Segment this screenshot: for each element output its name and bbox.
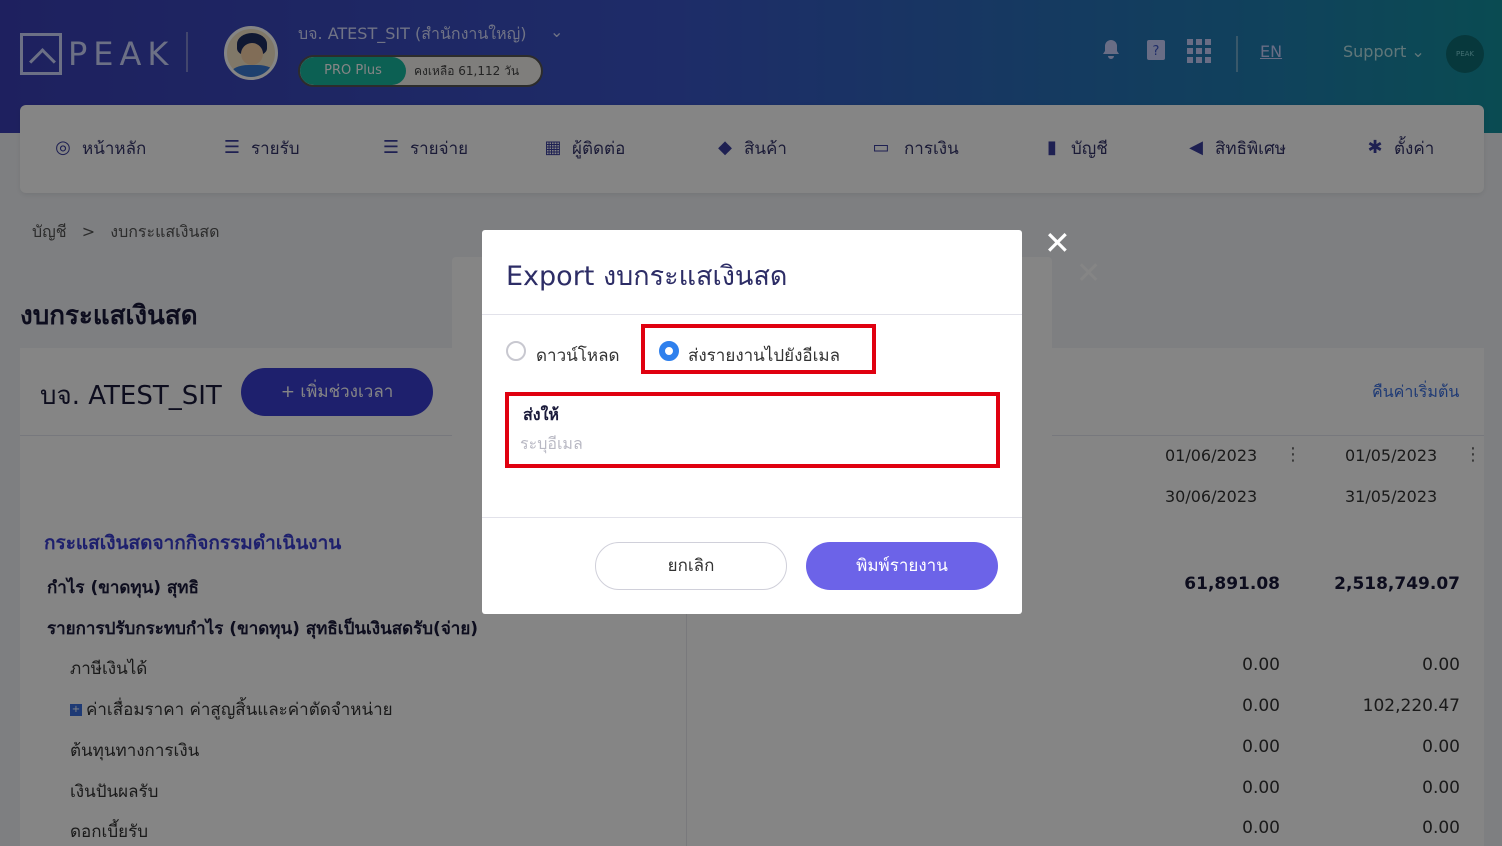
divider — [482, 517, 1022, 518]
recipient-email-input[interactable] — [520, 430, 980, 456]
email-radio[interactable] — [659, 341, 679, 361]
download-option-label[interactable]: ดาวน์โหลด — [536, 342, 620, 369]
close-icon[interactable]: ✕ — [1044, 226, 1071, 260]
dialog-title: Export งบกระแสเงินสด — [506, 261, 788, 292]
download-radio[interactable] — [506, 341, 526, 361]
cancel-button[interactable]: ยกเลิก — [595, 542, 787, 590]
recipient-label: ส่งให้ — [523, 405, 559, 424]
divider — [482, 314, 1022, 315]
print-report-button[interactable]: พิมพ์รายงาน — [806, 542, 998, 590]
email-option-label[interactable]: ส่งรายงานไปยังอีเมล — [688, 342, 840, 369]
export-dialog: Export งบกระแสเงินสด ดาวน์โหลด ส่งรายงาน… — [482, 230, 1022, 614]
